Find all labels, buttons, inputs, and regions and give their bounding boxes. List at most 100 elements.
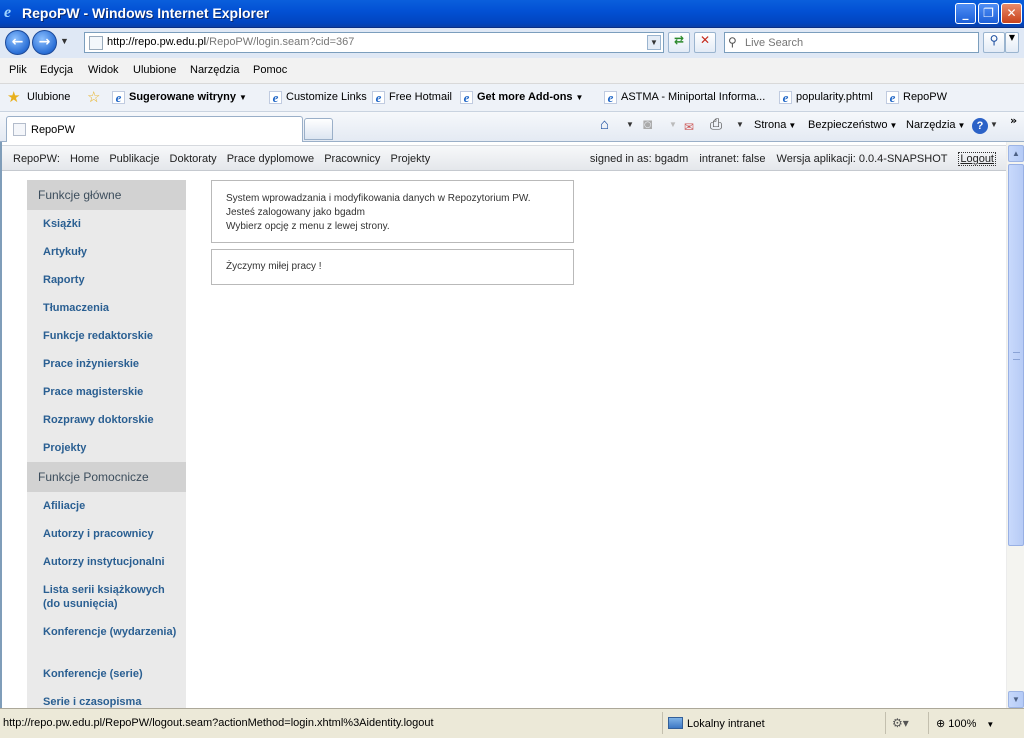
fav-customize-links[interactable]: e Customize Links <box>269 91 367 104</box>
vertical-scrollbar[interactable]: ▲ ▼ <box>1006 142 1024 708</box>
sidebar-item-editorial[interactable]: Funkcje redaktorskie <box>27 322 186 350</box>
close-icon: ✕ <box>1006 6 1017 20</box>
fav-astma[interactable]: e ASTMA - Miniportal Informa... <box>604 91 765 104</box>
tab-command-bar: RepoPW ⌂ ▼ ◙ ▼ ✉ ⎙ ▼ Strona ▼ Bezpieczeńs… <box>0 112 1024 142</box>
sidebar-item-affiliations[interactable]: Afiliacje <box>27 492 186 520</box>
scroll-down-button[interactable]: ▼ <box>1008 691 1024 708</box>
home-icon[interactable]: ⌂ <box>600 116 609 133</box>
sidebar-item-reports[interactable]: Raporty <box>27 266 186 294</box>
status-divider <box>662 712 663 734</box>
nav-publications[interactable]: Publikacje <box>109 153 159 165</box>
arrow-down-icon: ▼ <box>1012 695 1020 704</box>
fav-free-hotmail[interactable]: e Free Hotmail <box>372 91 452 104</box>
help-icon[interactable]: ? <box>972 118 988 134</box>
tools-menu-button[interactable]: Narzędzia ▼ <box>906 119 965 131</box>
zoom-control[interactable]: ⊕ 100% ▼ <box>936 717 994 730</box>
stop-icon: ✕ <box>699 33 711 47</box>
sidebar-item-translations[interactable]: Tłumaczenia <box>27 294 186 322</box>
favorites-button[interactable]: Ulubione <box>27 91 70 103</box>
home-dropdown-icon[interactable]: ▼ <box>626 120 634 129</box>
ie-icon: e <box>269 91 282 104</box>
print-icon[interactable]: ⎙ <box>710 116 722 133</box>
maximize-icon: ❐ <box>983 6 994 20</box>
page-menu-button[interactable]: Strona ▼ <box>754 119 796 131</box>
refresh-button[interactable]: ⇄ <box>668 32 690 53</box>
scroll-thumb[interactable] <box>1008 164 1024 546</box>
fav-repopw[interactable]: e RepoPW <box>886 91 947 104</box>
sidebar-item-conferences-events[interactable]: Konferencje (wydarzenia) <box>27 618 186 660</box>
feeds-dropdown-icon[interactable]: ▼ <box>669 120 677 129</box>
sidebar-item-series-journals[interactable]: Serie i czasopisma <box>27 688 186 708</box>
minimize-icon: _ <box>962 6 969 20</box>
back-button[interactable]: ← <box>5 30 30 55</box>
fav-label: Get more Add-ons <box>477 91 573 103</box>
menu-help[interactable]: Pomoc <box>253 64 287 76</box>
intranet-status: intranet: false <box>699 153 766 165</box>
logout-link[interactable]: Logout <box>958 152 996 166</box>
minimize-button[interactable]: _ <box>955 3 976 24</box>
menu-view[interactable]: Widok <box>88 64 119 76</box>
status-bar: http://repo.pw.edu.pl/RepoPW/logout.seam… <box>0 708 1024 738</box>
mail-icon[interactable]: ✉ <box>684 119 694 136</box>
menu-file[interactable]: Plik <box>9 64 27 76</box>
tools-menu-label: Narzędzia <box>906 119 956 131</box>
sidebar-item-engineering-theses[interactable]: Prace inżynierskie <box>27 350 186 378</box>
nav-theses[interactable]: Prace dyplomowe <box>227 153 314 165</box>
sidebar-item-dissertations[interactable]: Rozprawy doktorskie <box>27 406 186 434</box>
menu-favorites[interactable]: Ulubione <box>133 64 176 76</box>
more-commands-icon[interactable]: » <box>1010 114 1017 127</box>
sidebar-item-masters-theses[interactable]: Prace magisterskie <box>27 378 186 406</box>
search-input[interactable] <box>745 35 975 50</box>
sidebar-item-book-series[interactable]: Lista serii książkowych (do usunięcia) <box>27 576 186 618</box>
window-title: RepoPW - Windows Internet Explorer <box>22 5 270 21</box>
search-field[interactable]: ⚲ <box>724 32 979 53</box>
menu-edit[interactable]: Edycja <box>40 64 73 76</box>
tab-repopw[interactable]: RepoPW <box>6 116 303 142</box>
scroll-up-button[interactable]: ▲ <box>1008 145 1024 162</box>
nav-doctorates[interactable]: Doktoraty <box>170 153 217 165</box>
ie-icon: e <box>4 4 12 21</box>
fav-get-add-ons[interactable]: e Get more Add-ons ▼ <box>460 91 583 104</box>
help-dropdown-icon[interactable]: ▼ <box>990 120 998 129</box>
welcome-line: System wprowadzania i modyfikowania dany… <box>226 193 531 204</box>
favorites-star-icon[interactable]: ★ <box>7 90 20 105</box>
history-dropdown-icon[interactable]: ▼ <box>60 36 69 46</box>
sidebar-item-articles[interactable]: Artykuły <box>27 238 186 266</box>
fav-popularity[interactable]: e popularity.phtml <box>779 91 873 104</box>
nav-projects[interactable]: Projekty <box>391 153 431 165</box>
ie-icon: e <box>372 91 385 104</box>
search-options-button[interactable]: ▼ <box>1005 32 1019 53</box>
address-field[interactable]: http://repo.pw.edu.pl/RepoPW/login.seam?… <box>84 32 664 53</box>
forward-button[interactable]: → <box>32 30 57 55</box>
add-favorite-icon[interactable]: ☆ <box>87 90 100 105</box>
nav-home[interactable]: Home <box>70 153 99 165</box>
sidebar-item-projects[interactable]: Projekty <box>27 434 186 462</box>
url-text[interactable]: http://repo.pw.edu.pl/RepoPW/login.seam?… <box>107 36 354 48</box>
close-button[interactable]: ✕ <box>1001 3 1022 24</box>
feeds-icon[interactable]: ◙ <box>643 116 652 133</box>
fav-label: Customize Links <box>286 91 367 103</box>
refresh-icon: ⇄ <box>673 33 685 47</box>
sidebar-item-conferences-series[interactable]: Konferencje (serie) <box>27 660 186 688</box>
wish-text: Życzymy miłej pracy ! <box>226 261 322 272</box>
sidebar-item-institutional-authors[interactable]: Autorzy instytucjonalni <box>27 548 186 576</box>
security-zone[interactable]: Lokalny intranet <box>668 717 765 730</box>
nav-employees[interactable]: Pracownicy <box>324 153 380 165</box>
protected-mode-icon[interactable]: ⚙▾ <box>892 716 909 730</box>
sidebar-item-books[interactable]: Książki <box>27 210 186 238</box>
zoom-level: 100% <box>948 718 977 730</box>
ie-icon: e <box>604 91 617 104</box>
fav-suggested-sites[interactable]: e Sugerowane witryny ▼ <box>112 91 247 104</box>
sidebar-item-authors[interactable]: Autorzy i pracownicy <box>27 520 186 548</box>
intranet-icon <box>668 717 683 729</box>
safety-menu-button[interactable]: Bezpieczeństwo ▼ <box>808 119 897 131</box>
menu-tools[interactable]: Narzędzia <box>190 64 240 76</box>
grip-icon <box>1013 352 1020 360</box>
new-tab-button[interactable] <box>304 118 333 140</box>
print-dropdown-icon[interactable]: ▼ <box>736 120 744 129</box>
maximize-button[interactable]: ❐ <box>978 3 999 24</box>
search-button[interactable]: ⚲ <box>983 32 1005 53</box>
stop-button[interactable]: ✕ <box>694 32 716 53</box>
address-dropdown-icon[interactable]: ▼ <box>647 35 661 50</box>
chevron-down-icon: ▼ <box>957 121 966 130</box>
